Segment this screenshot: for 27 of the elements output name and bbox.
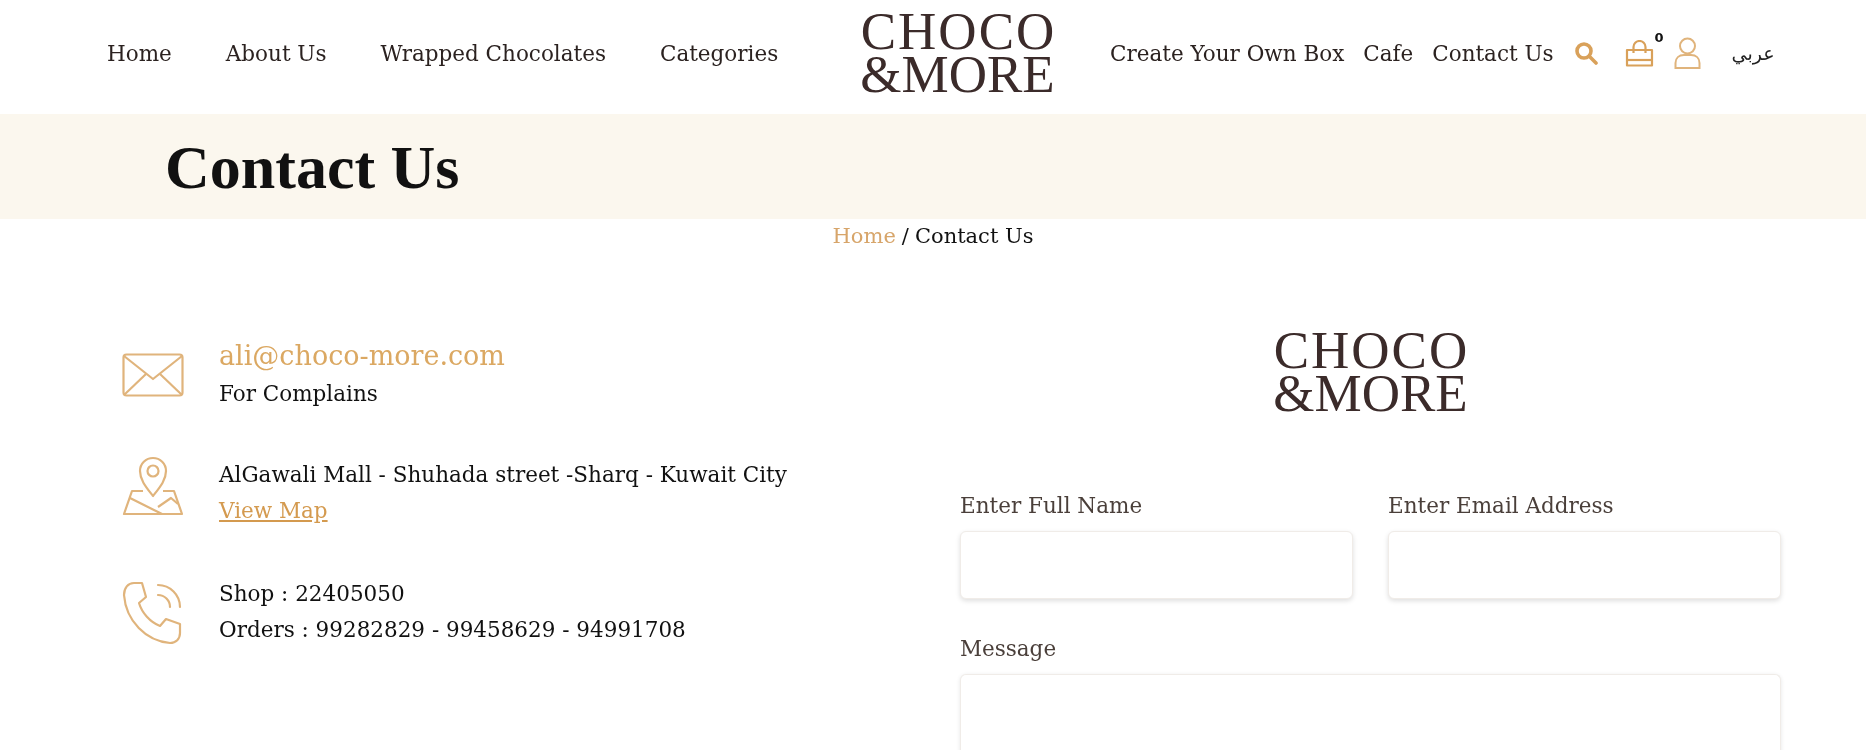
nav-link[interactable]: About Us <box>225 40 327 66</box>
phone-text: Orders : 99282829 - 99458629 - 94991708 <box>219 616 686 644</box>
nav-link[interactable]: Create Your Own Box <box>1110 40 1345 66</box>
cart-count: 0 <box>1654 29 1664 45</box>
form-label: Enter Email Address <box>1388 493 1615 519</box>
page-title: Contact Us <box>165 135 460 198</box>
nav-link[interactable]: Wrapped Chocolates <box>380 40 606 66</box>
phone-icon <box>122 581 184 645</box>
form-label: Enter Full Name <box>960 493 1144 519</box>
map-pin-icon <box>122 454 184 516</box>
search-icon[interactable] <box>1573 41 1598 65</box>
nav-link[interactable]: Contact Us <box>1432 40 1554 66</box>
address-text: AlGawali Mall - Shuhada street -Sharq - Kuwait City <box>219 461 787 489</box>
shopping-bag-icon[interactable] <box>1624 39 1654 67</box>
user-icon[interactable] <box>1673 37 1701 69</box>
breadcrumb-current: Contact Us <box>914 224 1034 248</box>
language-link[interactable]: عربي <box>1731 42 1775 64</box>
logo[interactable]: CHOCO &MORE <box>860 10 1055 96</box>
nav-link[interactable]: Categories <box>659 40 779 66</box>
phone-text: Shop : 22405050 <box>219 580 406 608</box>
form-label: Message <box>960 636 1058 662</box>
envelope-icon <box>122 353 184 397</box>
nav-link[interactable]: Cafe <box>1363 40 1414 66</box>
contact-note: For Complains <box>219 380 379 408</box>
nav-link[interactable]: Home <box>107 40 172 66</box>
breadcrumb-separator: / <box>901 224 909 248</box>
logo[interactable]: CHOCO &MORE <box>1273 329 1468 415</box>
